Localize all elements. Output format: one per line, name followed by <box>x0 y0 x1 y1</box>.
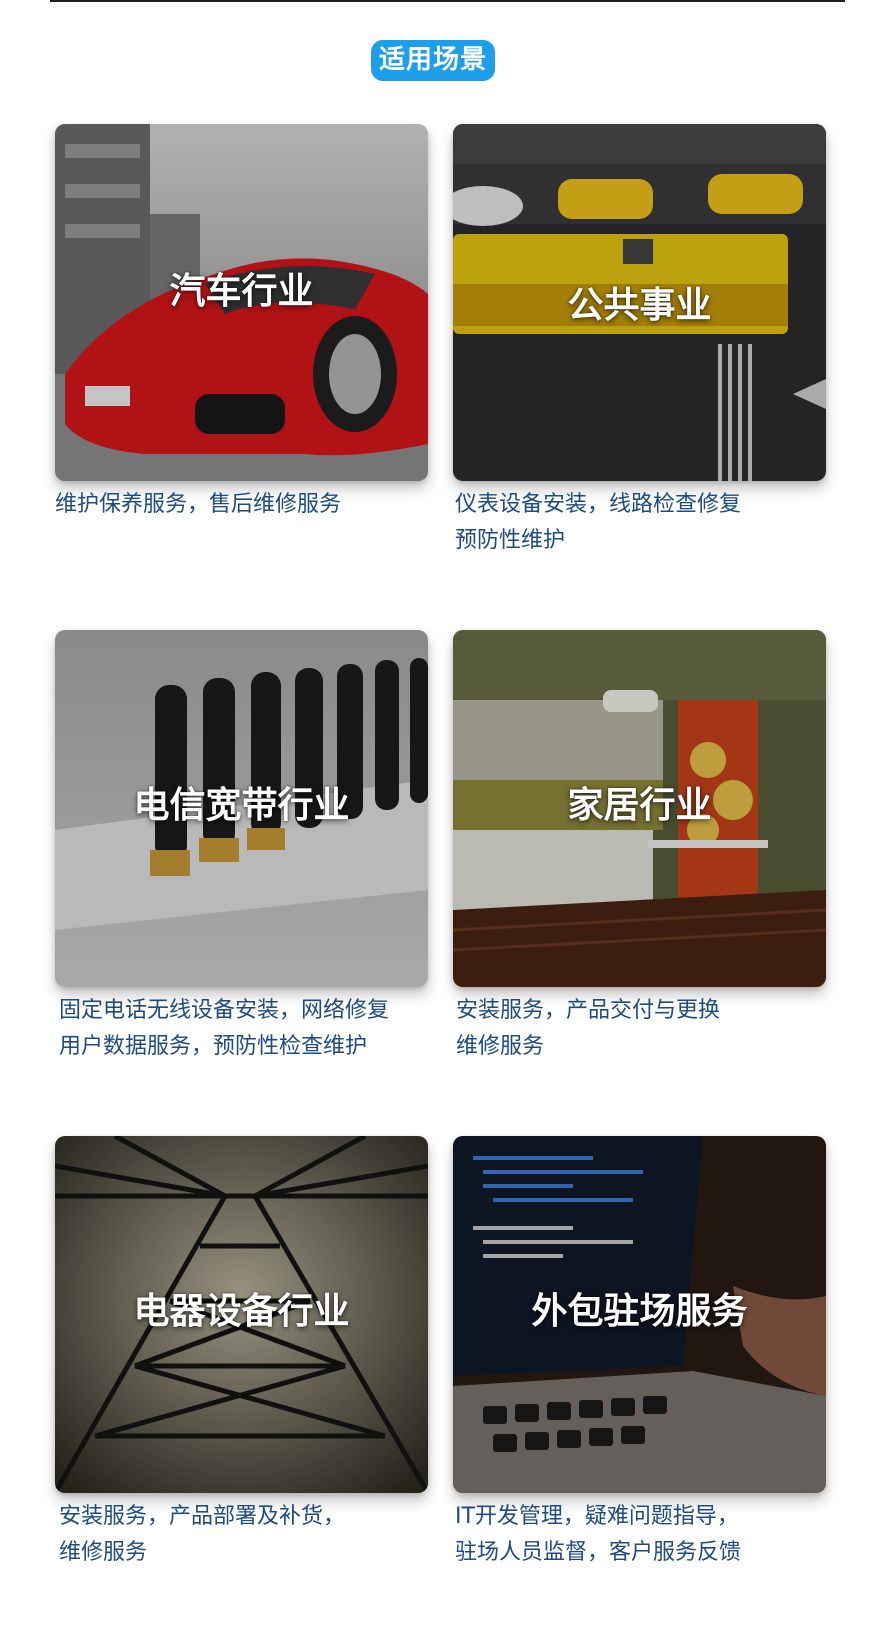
description-line: 驻场人员监督，客户服务反馈 <box>455 1540 742 1565</box>
scene-card-automotive[interactable]: 汽车行业 <box>55 124 428 481</box>
scene-description-outsourcing: IT开发管理，疑难问题指导， 驻场人员监督，客户服务反馈 <box>455 1499 855 1571</box>
scene-description-automotive: 维护保养服务，售后维修服务 <box>55 487 455 523</box>
scene-description-electrical: 安装服务，产品部署及补货， 维修服务 <box>59 1499 459 1571</box>
description-line: 维护保养服务，售后维修服务 <box>55 492 342 517</box>
section-title: 适用场景 <box>371 40 496 81</box>
top-divider <box>50 0 845 2</box>
scene-title: 家居行业 <box>567 785 712 826</box>
scene-card-home[interactable]: 家居行业 <box>453 630 826 987</box>
scene-title: 外包驻场服务 <box>531 1291 748 1332</box>
description-line: IT开发管理，疑难问题指导， <box>455 1504 739 1529</box>
scene-title: 电器设备行业 <box>133 1291 350 1332</box>
description-line: 仪表设备安装，线路检查修复 <box>455 492 742 517</box>
description-line: 预防性维护 <box>455 528 566 553</box>
scene-description-utilities: 仪表设备安装，线路检查修复 预防性维护 <box>455 487 855 559</box>
scene-card-outsourcing[interactable]: 外包驻场服务 <box>453 1136 826 1493</box>
description-line: 固定电话无线设备安装，网络修复 <box>59 998 390 1023</box>
description-line: 维修服务 <box>456 1034 545 1059</box>
description-line: 安装服务，产品交付与更换 <box>456 998 721 1023</box>
scene-card-utilities[interactable]: 公共事业 <box>453 124 826 481</box>
scene-description-telecom: 固定电话无线设备安装，网络修复 用户数据服务，预防性检查维护 <box>59 993 459 1065</box>
description-line: 用户数据服务，预防性检查维护 <box>59 1034 368 1059</box>
scene-title: 汽车行业 <box>169 271 314 312</box>
description-line: 安装服务，产品部署及补货， <box>59 1504 346 1529</box>
scene-description-home: 安装服务，产品交付与更换 维修服务 <box>456 993 856 1065</box>
scene-title: 电信宽带行业 <box>133 785 350 826</box>
scene-card-telecom[interactable]: 电信宽带行业 <box>55 630 428 987</box>
scene-title: 公共事业 <box>567 285 712 326</box>
description-line: 维修服务 <box>59 1540 148 1565</box>
scene-card-electrical[interactable]: 电器设备行业 <box>55 1136 428 1493</box>
